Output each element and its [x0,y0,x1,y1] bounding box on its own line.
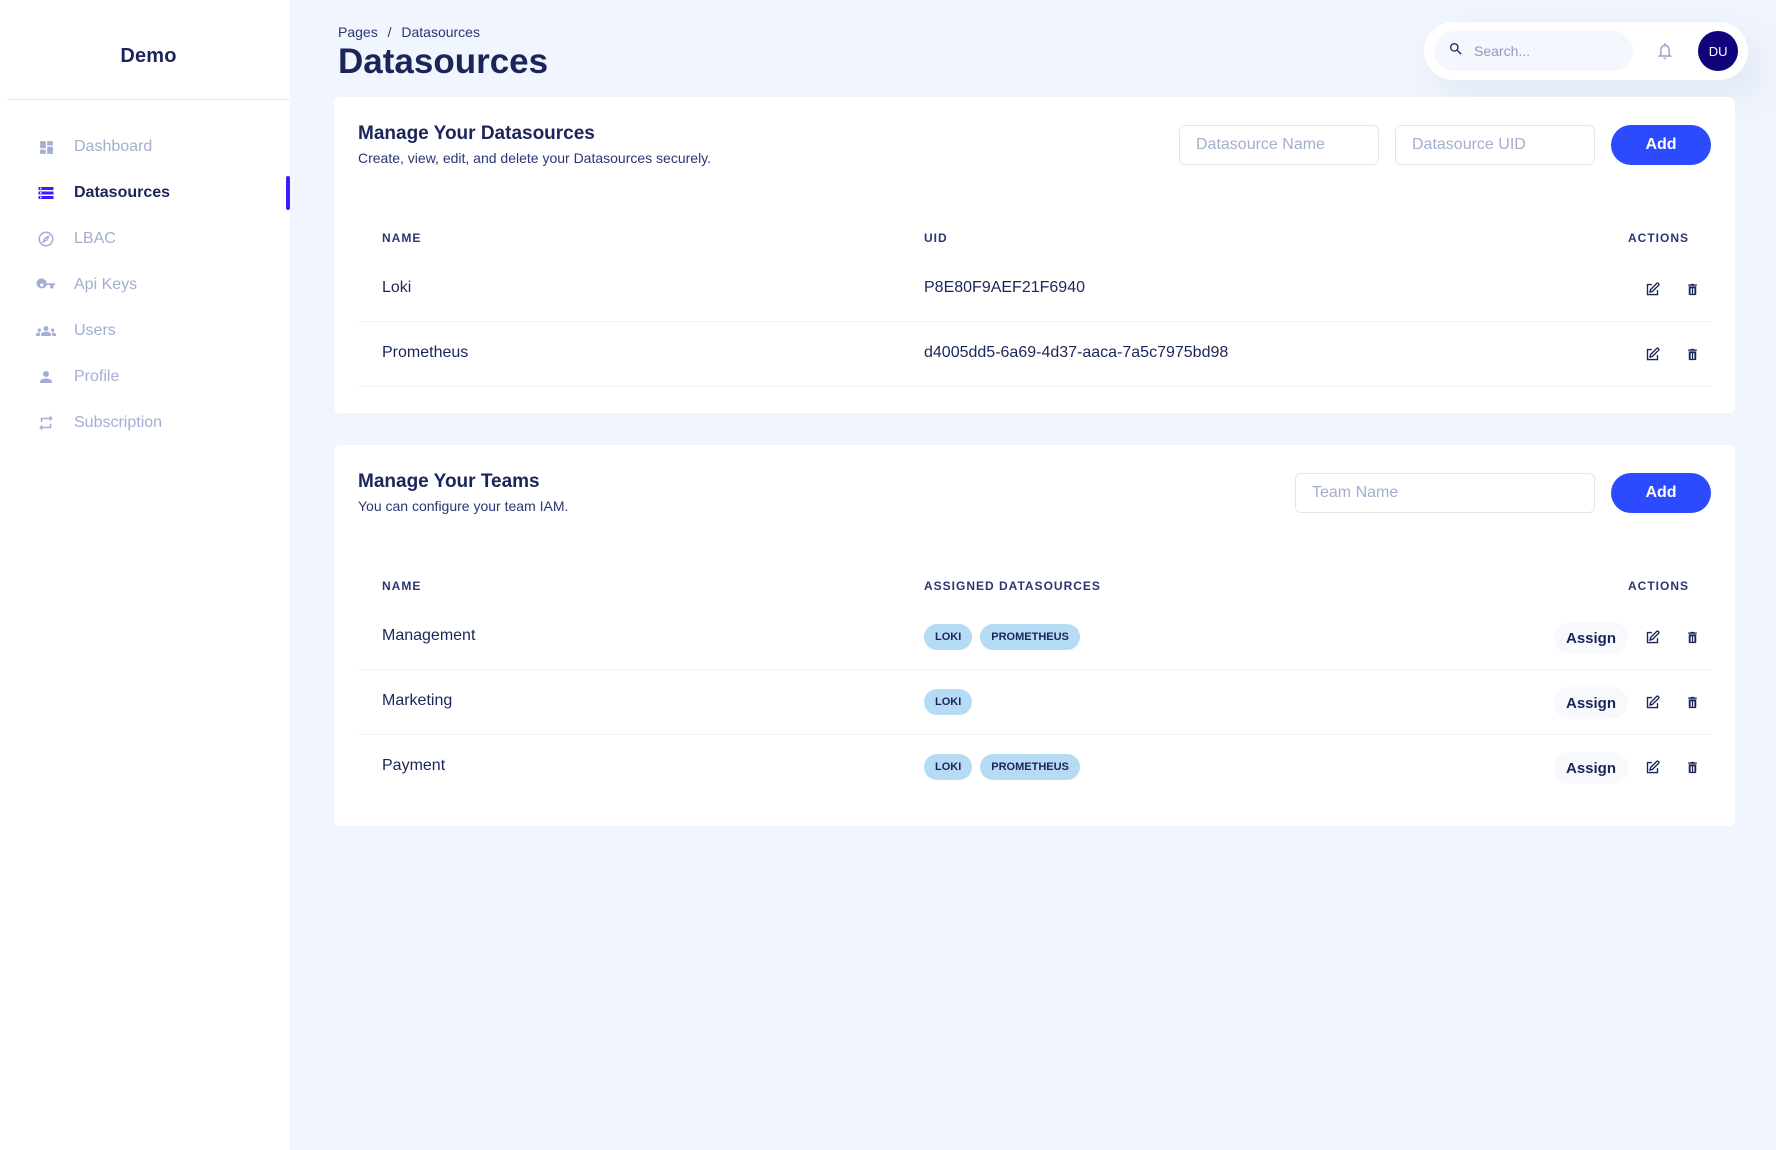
trash-icon[interactable] [1681,626,1703,648]
datasource-uid: P8E80F9AEF21F6940 [924,279,1085,296]
column-header-name: NAME [382,579,422,593]
assign-button[interactable]: Assign [1554,687,1629,719]
search-input[interactable] [1474,43,1614,59]
breadcrumb-separator: / [387,24,392,40]
datasource-name: Loki [382,279,412,296]
datasources-card: Manage Your Datasources Create, view, ed… [334,97,1735,413]
edit-icon[interactable] [1641,343,1663,365]
datasource-name: Prometheus [382,344,469,361]
sidebar-item-label: Users [74,322,116,339]
datasources-subtitle: Create, view, edit, and delete your Data… [358,150,712,166]
table-row: Payment LOKI PROMETHEUS Assign [358,735,1711,800]
datasource-badge: LOKI [924,624,973,650]
sidebar-item-label: Api Keys [74,276,138,293]
breadcrumb-current[interactable]: Datasources [401,24,480,40]
sidebar-item-users[interactable]: Users [0,308,290,354]
users-icon [36,321,56,341]
person-icon [36,367,56,387]
team-name: Payment [382,757,446,774]
teams-subtitle: You can configure your team IAM. [358,498,569,514]
sidebar: Demo Dashboard Datasources LBAC Api Keys [0,0,290,1150]
sidebar-item-dashboard[interactable]: Dashboard [0,124,290,170]
team-name: Management [382,627,476,644]
table-row: Loki P8E80F9AEF21F6940 [358,257,1711,322]
datasource-badges: LOKI PROMETHEUS [924,754,1080,780]
edit-icon[interactable] [1641,278,1663,300]
dashboard-icon [36,137,56,157]
trash-icon[interactable] [1681,691,1703,713]
sidebar-item-label: Datasources [74,184,171,201]
breadcrumb: Pages / Datasources [338,24,486,40]
column-header-uid: UID [924,231,948,245]
teams-title: Manage Your Teams [358,471,540,492]
key-icon [36,275,56,295]
compass-icon [36,229,56,249]
search-box [1434,31,1633,71]
datasource-badge: PROMETHEUS [980,624,1080,650]
sidebar-item-subscription[interactable]: Subscription [0,400,290,446]
sidebar-nav: Dashboard Datasources LBAC Api Keys User… [0,124,290,446]
sidebar-item-label: LBAC [74,230,116,247]
bell-icon[interactable] [1655,40,1677,62]
assign-button[interactable]: Assign [1554,622,1629,654]
brand-logo: Demo [7,0,290,100]
team-name: Marketing [382,692,453,709]
topbar: DU [1424,22,1748,80]
datasource-badges: LOKI [924,689,973,715]
list-icon [36,183,56,203]
trash-icon[interactable] [1681,278,1703,300]
page-title: Datasources [338,42,549,81]
datasource-badge: LOKI [924,689,973,715]
datasources-title: Manage Your Datasources [358,123,595,144]
sidebar-item-label: Subscription [74,414,163,431]
sidebar-item-datasources[interactable]: Datasources [0,170,290,216]
teams-card: Manage Your Teams You can configure your… [334,445,1735,826]
add-team-button[interactable]: Add [1611,473,1711,513]
sidebar-item-lbac[interactable]: LBAC [0,216,290,262]
table-row: Management LOKI PROMETHEUS Assign [358,605,1711,670]
breadcrumb-link-pages[interactable]: Pages [338,24,378,40]
repeat-icon [36,413,56,433]
avatar[interactable]: DU [1698,31,1738,71]
column-header-actions: ACTIONS [1628,579,1689,593]
sidebar-item-label: Profile [74,368,120,385]
trash-icon[interactable] [1681,343,1703,365]
add-datasource-button[interactable]: Add [1611,125,1711,165]
table-row: Prometheus d4005dd5-6a69-4d37-aaca-7a5c7… [358,322,1711,387]
sidebar-item-profile[interactable]: Profile [0,354,290,400]
table-row: Marketing LOKI Assign [358,670,1711,735]
search-icon [1448,41,1464,62]
datasource-uid: d4005dd5-6a69-4d37-aaca-7a5c7975bd98 [924,344,1229,361]
edit-icon[interactable] [1641,691,1663,713]
datasource-uid-field[interactable] [1395,125,1595,165]
datasource-name-field[interactable] [1179,125,1379,165]
trash-icon[interactable] [1681,756,1703,778]
edit-icon[interactable] [1641,756,1663,778]
column-header-assigned-datasources: ASSIGNED DATASOURCES [924,579,1101,593]
sidebar-item-api-keys[interactable]: Api Keys [0,262,290,308]
edit-icon[interactable] [1641,626,1663,648]
column-header-name: NAME [382,231,422,245]
datasource-badges: LOKI PROMETHEUS [924,624,1080,650]
sidebar-item-label: Dashboard [74,138,153,155]
assign-button[interactable]: Assign [1554,752,1629,784]
datasource-badge: LOKI [924,754,973,780]
datasource-badge: PROMETHEUS [980,754,1080,780]
column-header-actions: ACTIONS [1628,231,1689,245]
team-name-field[interactable] [1295,473,1595,513]
